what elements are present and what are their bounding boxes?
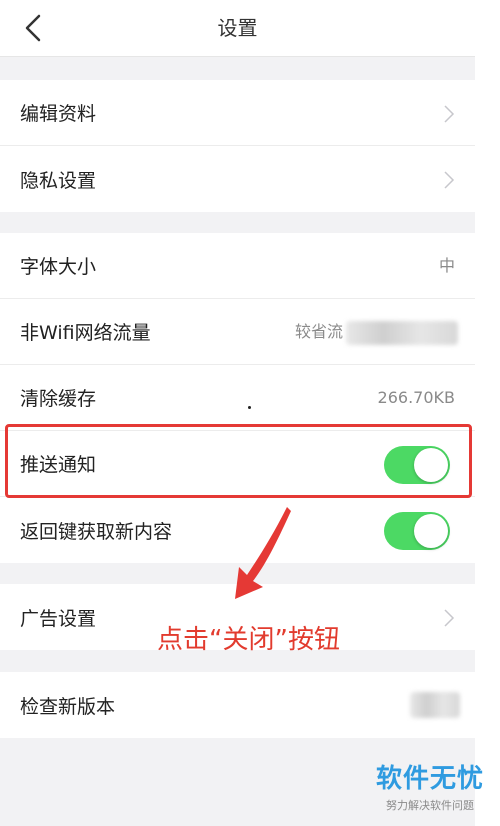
watermark-subtitle: 努力解决软件问题 [386, 799, 474, 812]
chevron-right-icon [444, 609, 455, 627]
non-wifi-traffic-value: 较省流 [294, 322, 343, 341]
back-button[interactable] [18, 12, 48, 44]
blurred-region [346, 321, 458, 345]
privacy-settings-label: 隐私设置 [20, 169, 97, 192]
right-edge-strip [475, 0, 500, 826]
back-arrow-icon [25, 14, 41, 42]
highlight-box [5, 424, 472, 498]
non-wifi-traffic-label: 非Wifi网络流量 [20, 322, 151, 344]
non-wifi-traffic-row[interactable]: 非Wifi网络流量 较省流 [0, 299, 475, 365]
profile-settings-group: 编辑资料 隐私设置 [0, 80, 475, 212]
edit-profile-label: 编辑资料 [20, 103, 97, 125]
back-key-refresh-toggle[interactable] [384, 512, 450, 550]
privacy-settings-row[interactable]: 隐私设置 [0, 146, 475, 212]
back-key-refresh-label: 返回键获取新内容 [20, 520, 173, 543]
watermark: 软件无忧 努力解决软件问题 [370, 758, 490, 818]
stray-dot [248, 406, 251, 409]
annotation-arrow-icon [235, 507, 291, 599]
font-size-row[interactable]: 字体大小 中 [0, 233, 475, 299]
edit-profile-row[interactable]: 编辑资料 [0, 80, 475, 146]
chevron-right-icon [444, 105, 455, 123]
chevron-right-icon [444, 171, 455, 189]
font-size-label: 字体大小 [20, 256, 97, 278]
header-bar: 设置 [0, 0, 475, 57]
check-update-label: 检查新版本 [20, 695, 116, 718]
page-title: 设置 [217, 16, 258, 40]
clear-cache-row[interactable]: 清除缓存 266.70KB [0, 365, 475, 431]
toggle-knob [414, 514, 448, 548]
check-update-row[interactable]: 检查新版本 [0, 672, 475, 738]
ad-settings-label: 广告设置 [20, 607, 97, 630]
clear-cache-label: 清除缓存 [20, 388, 97, 410]
watermark-title: 软件无忧 [375, 764, 484, 794]
cache-size-value: 266.70KB [377, 388, 455, 407]
annotation-text: 点击“关闭”按钮 [157, 625, 340, 655]
version-group: 检查新版本 [0, 672, 475, 738]
blurred-region [410, 692, 460, 718]
font-size-value: 中 [438, 256, 455, 275]
